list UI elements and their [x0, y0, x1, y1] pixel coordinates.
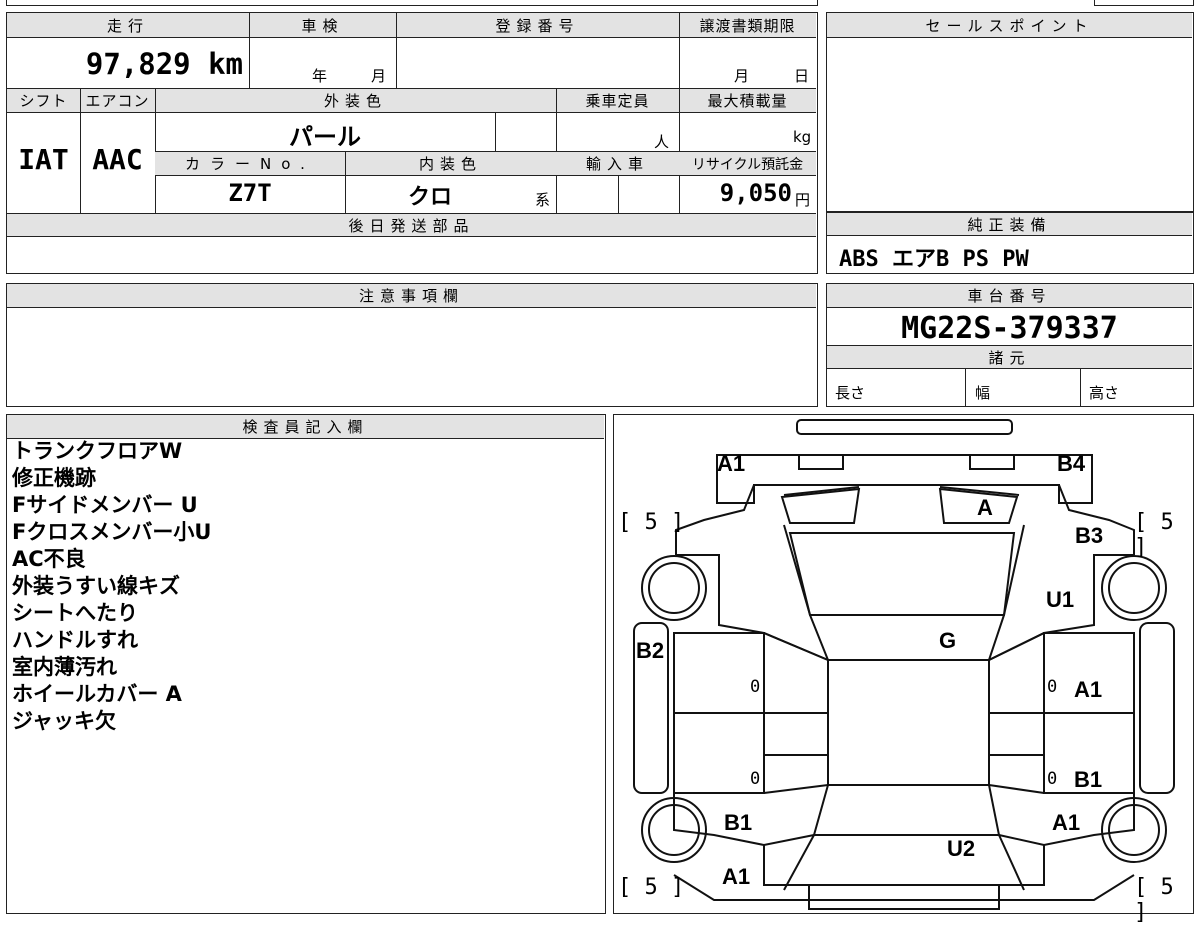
spec-height: 高さ: [1089, 384, 1120, 402]
tire-depth-label: [ 5 ]: [618, 510, 685, 535]
sales-point-header: セールスポイント: [827, 13, 1192, 38]
aircon-value: AAC: [92, 143, 143, 176]
sales-point-box: セールスポイント: [826, 12, 1194, 212]
deadline-day-label: 日: [794, 67, 810, 85]
tire-depth-label: [ 5 ]: [1134, 510, 1174, 560]
note-line: AC不良: [12, 547, 86, 571]
standard-equipment-box: 純正装備 ABS エアB PS PW: [826, 212, 1194, 274]
top-cutoff-row: [6, 0, 818, 6]
zero-mark: 0: [1047, 769, 1058, 789]
note-line: ハンドルすれ: [12, 628, 138, 652]
inspector-header: 検査員記入欄: [7, 415, 604, 439]
note-line: Fクロスメンバー小U: [12, 520, 212, 544]
damage-label: A1: [717, 451, 746, 476]
color-no-value: Z7T: [228, 179, 272, 207]
exterior-color-value: パール: [289, 123, 361, 151]
damage-label: A: [977, 495, 993, 520]
transfer-deadline-header: 譲渡書類期限: [679, 13, 816, 38]
damage-label: A1: [722, 864, 751, 889]
damage-label: A1: [1074, 677, 1103, 702]
car-outline-diagram: [633, 419, 1175, 910]
damage-label: A1: [1052, 810, 1081, 835]
zero-mark: 0: [750, 677, 761, 697]
zero-mark: 0: [750, 769, 761, 789]
damage-label: B4: [1057, 451, 1086, 476]
shift-value: IAT: [18, 143, 69, 176]
standard-equipment-header: 純正装備: [827, 213, 1192, 236]
inspection-header: 車検: [249, 13, 396, 38]
notice-box: 注意事項欄: [6, 283, 818, 407]
chassis-number: MG22S-379337: [901, 310, 1118, 346]
specs-header: 諸元: [827, 346, 1192, 369]
note-line: 外装うすい線キズ: [12, 574, 180, 598]
max-load-header: 最大積載量: [679, 89, 816, 113]
note-line: トランクフロアW: [12, 439, 183, 463]
tire-depth-label: [ 5 ]: [1134, 875, 1174, 925]
standard-equipment-value: ABS エアB PS PW: [839, 247, 1029, 272]
note-line: ジャッキ欠: [12, 709, 116, 733]
zero-mark: 0: [1047, 677, 1058, 697]
spec-length: 長さ: [835, 384, 866, 402]
capacity-unit: 人: [654, 133, 670, 151]
inspection-year-label: 年: [312, 67, 328, 85]
recycle-fee-unit: 円: [795, 191, 811, 209]
note-line: 室内薄汚れ: [12, 655, 117, 679]
shift-header: シフト: [7, 89, 80, 113]
damage-label: B1: [1074, 767, 1103, 792]
registration-header: 登録番号: [396, 13, 679, 38]
note-line: シートへたり: [12, 601, 138, 625]
car-diagram-box: A1 B4 A B3 U1 G B2 A1 B1 B1 A1 U2 A1 [ 5…: [613, 414, 1194, 925]
recycle-fee-header: リサイクル預託金: [679, 152, 816, 176]
damage-label: U2: [947, 836, 976, 861]
damage-label: G: [939, 628, 957, 653]
later-parts-header: 後日発送部品: [7, 214, 816, 237]
color-no-header: カラーNo.: [155, 152, 345, 176]
damage-label: B3: [1075, 523, 1104, 548]
inspector-notes: トランクフロアW 修正機跡 Fサイドメンバー U Fクロスメンバー小U AC不良…: [12, 438, 211, 735]
deadline-month-label: 月: [734, 67, 750, 85]
interior-color-suffix: 系: [535, 191, 551, 209]
damage-label: U1: [1046, 587, 1075, 612]
notice-header: 注意事項欄: [7, 284, 816, 308]
import-header: 輸入車: [556, 152, 679, 176]
mileage-value: 97,829 km: [85, 47, 243, 81]
chassis-box: 車台番号 MG22S-379337 諸元 長さ 幅 高さ: [826, 283, 1194, 407]
aircon-header: エアコン: [80, 89, 155, 113]
damage-label: B2: [636, 638, 665, 663]
spec-width: 幅: [975, 384, 991, 402]
damage-label: B1: [724, 810, 753, 835]
interior-color-value: クロ: [407, 185, 452, 210]
interior-color-header: 内装色: [345, 152, 556, 176]
top-cutoff-row-right: [1094, 0, 1194, 6]
chassis-header: 車台番号: [827, 284, 1192, 308]
vehicle-info-table: 走行 車検 登録番号 譲渡書類期限 97,829 km 年 月 月 日 シフト …: [6, 12, 818, 274]
recycle-fee-value: 9,050: [719, 179, 792, 207]
note-line: ホイールカバー A: [12, 682, 182, 706]
capacity-header: 乗車定員: [556, 89, 679, 113]
tire-depth-label: [ 5 ]: [618, 875, 685, 900]
note-line: Fサイドメンバー U: [12, 493, 198, 517]
note-line: 修正機跡: [12, 466, 96, 490]
mileage-header: 走行: [7, 13, 249, 38]
inspection-month-label: 月: [371, 67, 387, 85]
max-load-unit: kg: [793, 128, 812, 146]
exterior-color-header: 外装色: [155, 89, 556, 113]
